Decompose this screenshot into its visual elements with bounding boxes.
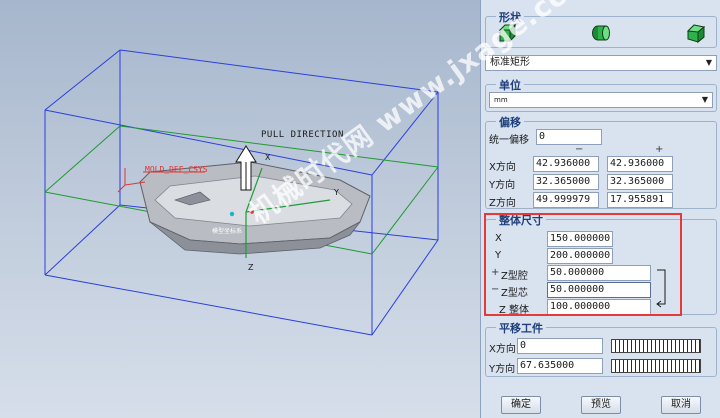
offset-z-plus-field[interactable]: 17.955891 — [607, 192, 673, 208]
uniform-offset-label: 统一偏移 — [489, 135, 529, 146]
translate-x-slider[interactable] — [611, 339, 701, 353]
offset-group-title: 偏移 — [496, 114, 524, 130]
mold-workpiece-dialog-screen: PULL DIRECTION MOLD_DEF_CSYS X Y Z 模型坐标系… — [0, 0, 720, 418]
graphics-viewport[interactable]: PULL DIRECTION MOLD_DEF_CSYS X Y Z 模型坐标系 — [0, 0, 480, 418]
cancel-button[interactable]: 取消 — [661, 396, 701, 414]
shape-select[interactable]: 标准矩形 ▼ — [485, 55, 717, 71]
offset-y-label: Y方向 — [489, 180, 516, 191]
offset-y-minus-field[interactable]: 32.365000 — [533, 174, 599, 190]
offset-z-label: Z方向 — [489, 198, 516, 209]
preview-button[interactable]: 预览 — [581, 396, 621, 414]
offset-x-plus-field[interactable]: 42.936000 — [607, 156, 673, 172]
overall-size-highlight — [484, 213, 682, 316]
part-origin-label: 模型坐标系 — [212, 228, 243, 235]
translate-y-label: Y方向 — [489, 364, 516, 375]
translate-y-field[interactable]: 67.635000 — [517, 358, 603, 374]
unit-group-title: 单位 — [496, 77, 524, 93]
green-custom-shape-icon[interactable] — [685, 22, 707, 44]
origin-marker — [229, 211, 235, 217]
translate-group-title: 平移工件 — [496, 320, 546, 336]
offset-plus-sign: + — [655, 144, 664, 155]
csys-label: MOLD_DEF_CSYS — [145, 165, 208, 174]
model-canvas — [44, 49, 439, 336]
axis-x-label: X — [265, 153, 271, 162]
offset-x-label: X方向 — [489, 162, 516, 173]
unit-select-value: mm — [494, 96, 508, 104]
axis-y-label: Y — [334, 188, 339, 197]
translate-x-field[interactable]: 0 — [517, 338, 603, 354]
offset-z-minus-field[interactable]: 49.999979 — [533, 192, 599, 208]
translate-y-slider[interactable] — [611, 359, 701, 373]
offset-y-plus-field[interactable]: 32.365000 — [607, 174, 673, 190]
ok-button[interactable]: 确定 — [501, 396, 541, 414]
chevron-down-icon: ▼ — [705, 58, 712, 67]
chevron-down-icon: ▼ — [701, 95, 708, 104]
offset-x-minus-field[interactable]: 42.936000 — [533, 156, 599, 172]
offset-minus-sign: − — [575, 144, 584, 155]
unit-select[interactable]: mm ▼ — [489, 92, 713, 108]
translate-x-label: X方向 — [489, 344, 516, 355]
green-cylinder-icon[interactable] — [589, 22, 611, 44]
axis-z-label: Z — [248, 263, 254, 272]
create-workpiece-panel: 形状 标准矩形 ▼ 单位 mm ▼ 偏移 统一偏移 0 − + X方向 42.9… — [480, 0, 720, 418]
uniform-offset-field[interactable]: 0 — [536, 129, 602, 145]
